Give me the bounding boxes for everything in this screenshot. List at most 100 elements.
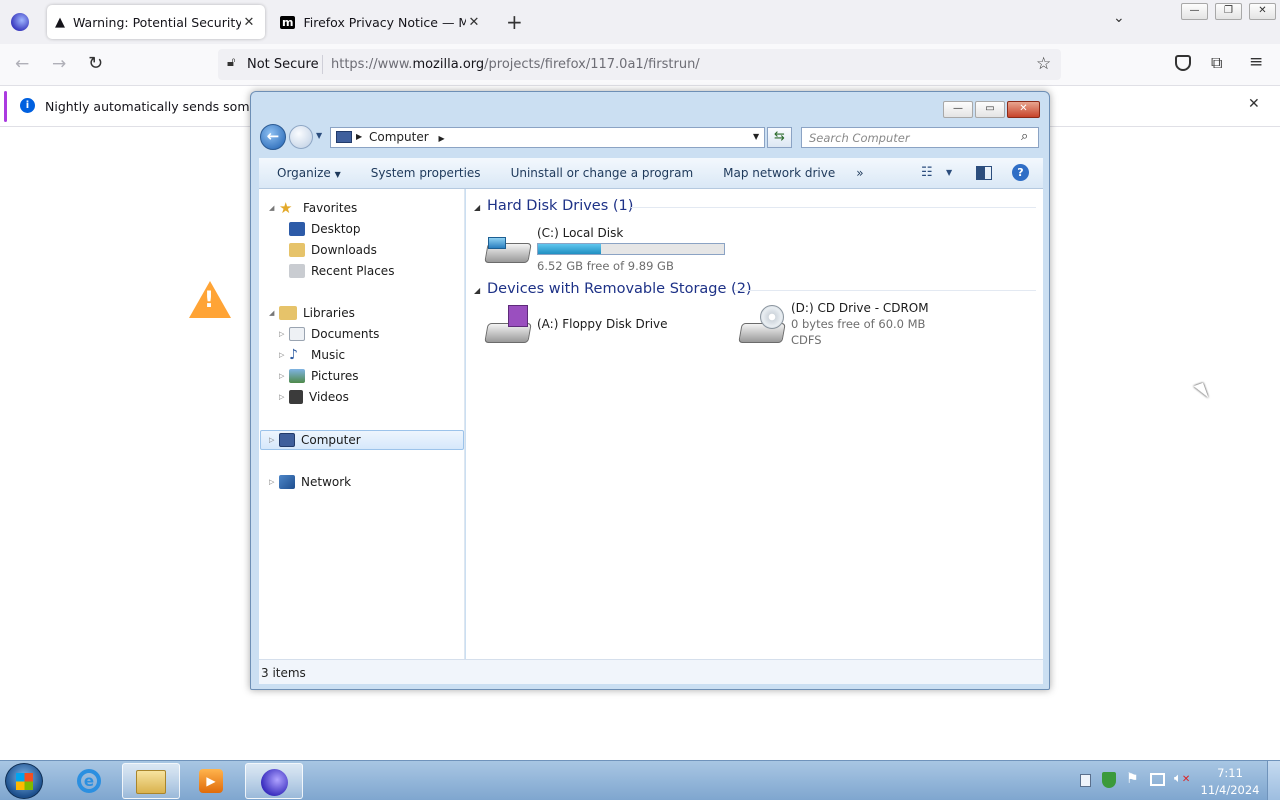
url-text[interactable]: https://www.mozilla.org/projects/firefox… xyxy=(331,57,700,72)
breadcrumb-arrow-icon[interactable]: ▶ xyxy=(438,134,444,143)
search-icon[interactable]: ⌕ xyxy=(1021,129,1028,144)
organize-button[interactable]: Organize ▼ xyxy=(259,166,356,180)
forward-arrow-icon[interactable]: → xyxy=(52,54,66,74)
tab-security-warning[interactable]: ▲ Warning: Potential Security Risk Ahead… xyxy=(47,5,265,39)
explorer-close-button[interactable]: ✕ xyxy=(1007,101,1040,118)
explorer-minimize-button[interactable]: — xyxy=(943,101,973,118)
chevron-down-icon: ▼ xyxy=(334,170,341,179)
address-bar[interactable]: ▶ Computer ▶ ▼ xyxy=(330,127,765,148)
search-input[interactable]: Search Computer xyxy=(801,127,1039,148)
group-removable-storage[interactable]: Devices with Removable Storage (2) xyxy=(487,281,752,297)
collapse-group-icon[interactable]: ◢ xyxy=(474,286,480,295)
nav-computer[interactable]: ▷ Computer xyxy=(269,433,361,447)
change-view-icon[interactable]: ☷ xyxy=(921,165,933,180)
clock-time[interactable]: 7:11 xyxy=(1200,766,1260,780)
extensions-icon[interactable]: ⧉ xyxy=(1211,53,1222,73)
breadcrumb-computer[interactable]: Computer xyxy=(369,130,429,144)
status-bar: 3 items xyxy=(259,659,1043,684)
back-arrow-icon[interactable]: ← xyxy=(15,54,29,74)
windows-explorer-button[interactable] xyxy=(122,763,180,799)
restore-button[interactable]: ❐ xyxy=(1215,3,1242,20)
nav-libraries[interactable]: ◢ Libraries xyxy=(269,306,355,320)
help-icon[interactable]: ? xyxy=(1012,164,1029,181)
expand-icon[interactable]: ▷ xyxy=(279,351,289,359)
hard-disk-icon[interactable] xyxy=(484,229,534,269)
security-label[interactable]: Not Secure xyxy=(247,57,319,72)
nav-label: Documents xyxy=(311,327,380,341)
url-path: /projects/firefox/117.0a1/firstrun/ xyxy=(484,57,700,72)
more-commands-button[interactable]: » xyxy=(850,166,878,180)
nav-downloads[interactable]: Downloads xyxy=(289,243,377,257)
save-to-pocket-icon[interactable] xyxy=(1175,55,1191,71)
tray-security-shield-icon[interactable] xyxy=(1102,772,1116,788)
clock-date[interactable]: 11/4/2024 xyxy=(1200,783,1260,797)
expand-icon[interactable]: ▷ xyxy=(269,436,279,444)
start-button[interactable] xyxy=(5,763,43,799)
address-dropdown-icon[interactable]: ▼ xyxy=(753,132,759,141)
drive-c-name[interactable]: (C:) Local Disk xyxy=(537,226,623,240)
group-divider xyxy=(631,207,1036,208)
close-tab-icon[interactable]: ✕ xyxy=(241,15,257,30)
group-hard-disk-drives[interactable]: Hard Disk Drives (1) xyxy=(487,198,633,214)
expand-icon[interactable]: ▷ xyxy=(279,393,289,401)
nav-pictures[interactable]: ▷ Pictures xyxy=(279,369,359,383)
uninstall-program-button[interactable]: Uninstall or change a program xyxy=(496,166,709,180)
minimize-button[interactable]: — xyxy=(1181,3,1208,20)
url-bar[interactable]: 🔓︎ Not Secure https://www.mozilla.org/pr… xyxy=(218,49,1061,80)
nav-videos[interactable]: ▷ Videos xyxy=(279,390,349,404)
explorer-window: — ▭ ✕ ← ▼ ▶ Computer ▶ ▼ ⇆ Search Comput… xyxy=(250,91,1050,690)
nav-music[interactable]: ▷ ♪ Music xyxy=(279,348,345,362)
show-desktop-button[interactable] xyxy=(1267,761,1280,800)
expand-icon[interactable]: ▷ xyxy=(269,478,279,486)
expand-icon[interactable]: ▷ xyxy=(279,372,289,380)
list-all-tabs-icon[interactable]: ⌄ xyxy=(1113,10,1125,26)
close-window-button[interactable]: ✕ xyxy=(1249,3,1276,20)
url-prefix: https://www. xyxy=(331,57,413,72)
recent-pages-dropdown-icon[interactable]: ▼ xyxy=(316,131,322,140)
collapse-icon[interactable]: ◢ xyxy=(269,204,279,212)
back-button[interactable]: ← xyxy=(260,124,286,150)
nav-network[interactable]: ▷ Network xyxy=(269,475,351,489)
volume-muted-icon[interactable]: 🔈︎✕ xyxy=(1174,771,1190,786)
nav-favorites[interactable]: ◢ ★ Favorites xyxy=(269,201,357,216)
drive-c-free-space: 6.52 GB free of 9.89 GB xyxy=(537,259,674,273)
system-properties-button[interactable]: System properties xyxy=(356,166,496,180)
explorer-maximize-button[interactable]: ▭ xyxy=(975,101,1005,118)
media-player-button[interactable]: ▶ xyxy=(183,763,241,799)
nav-label: Videos xyxy=(309,390,349,404)
new-tab-button[interactable]: + xyxy=(506,10,523,34)
firefox-taskbar-button[interactable] xyxy=(245,763,303,799)
breadcrumb-arrow-icon[interactable]: ▶ xyxy=(356,132,362,141)
forward-button[interactable] xyxy=(289,125,313,149)
nav-documents[interactable]: ▷ Documents xyxy=(279,327,379,341)
refresh-button[interactable]: ⇆ xyxy=(767,127,792,148)
network-tray-icon[interactable] xyxy=(1150,773,1165,786)
group-divider xyxy=(734,290,1036,291)
drive-d-name[interactable]: (D:) CD Drive - CDROM xyxy=(791,301,929,315)
firefox-nightly-icon[interactable] xyxy=(11,13,29,31)
action-center-flag-icon[interactable]: ⚑ xyxy=(1126,771,1139,787)
cd-drive-icon[interactable] xyxy=(738,305,788,345)
mouse-cursor-icon xyxy=(1193,382,1209,402)
tab-privacy-notice[interactable]: m Firefox Privacy Notice — Mozilla ✕ xyxy=(272,5,490,39)
map-network-drive-button[interactable]: Map network drive xyxy=(708,166,850,180)
insecure-lock-icon[interactable]: 🔓︎ xyxy=(227,55,235,70)
preview-pane-icon[interactable] xyxy=(976,166,992,180)
bookmark-star-icon[interactable]: ☆ xyxy=(1036,54,1051,74)
close-notice-icon[interactable]: ✕ xyxy=(1248,96,1260,112)
internet-explorer-button[interactable]: e xyxy=(60,763,118,799)
nav-recent-places[interactable]: Recent Places xyxy=(289,264,394,278)
floppy-drive-icon[interactable] xyxy=(484,305,534,345)
collapse-icon[interactable]: ◢ xyxy=(269,309,279,317)
close-tab-icon[interactable]: ✕ xyxy=(466,15,482,30)
collapse-group-icon[interactable]: ◢ xyxy=(474,203,480,212)
expand-icon[interactable]: ▷ xyxy=(279,330,289,338)
app-menu-icon[interactable]: ≡ xyxy=(1249,52,1263,72)
drive-a-label[interactable]: (A:) Floppy Disk Drive xyxy=(537,317,668,331)
drive-c-usage-bar xyxy=(537,243,725,255)
reload-icon[interactable]: ↻ xyxy=(88,53,103,74)
nav-label: Music xyxy=(311,348,346,362)
tray-notification-icon[interactable] xyxy=(1080,774,1091,787)
nav-desktop[interactable]: Desktop xyxy=(289,222,361,236)
view-dropdown-icon[interactable]: ▼ xyxy=(946,168,952,177)
